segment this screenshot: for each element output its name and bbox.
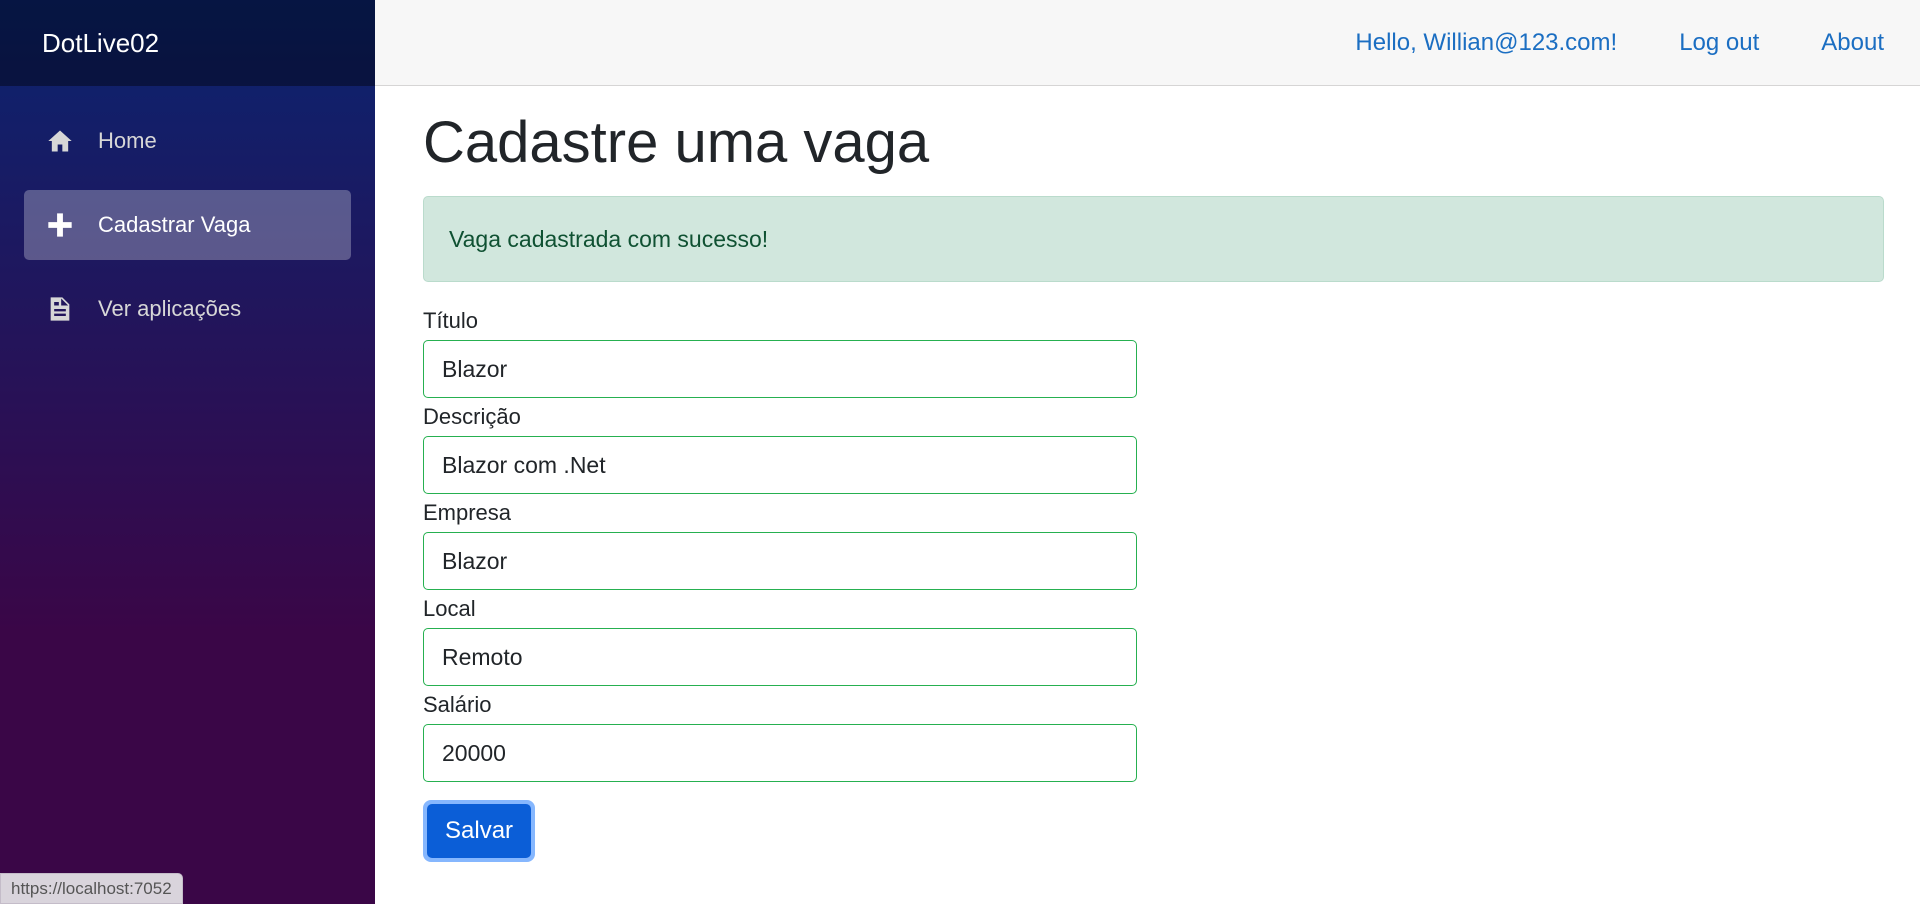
sidebar-item-cadastrar-vaga[interactable]: Cadastrar Vaga — [24, 190, 351, 260]
page-title: Cadastre uma vaga — [423, 110, 930, 175]
save-button-focus-ring: Salvar — [423, 800, 536, 862]
sidebar-item-label: Ver aplicações — [98, 296, 242, 321]
top-bar: Hello, Willian@123.com! Log out About — [375, 0, 1920, 86]
sidebar: DotLive02 Home Cadastrar Vaga Ver aplica… — [0, 0, 375, 904]
titulo-label: Título — [423, 308, 479, 333]
descricao-input[interactable] — [423, 436, 1137, 494]
sidebar-item-label: Home — [98, 128, 157, 153]
descricao-label: Descrição — [423, 404, 521, 429]
sidebar-item-label: Cadastrar Vaga — [98, 212, 251, 237]
user-greeting-link[interactable]: Hello, Willian@123.com! — [1355, 29, 1617, 57]
document-list-icon — [46, 295, 74, 323]
empresa-input[interactable] — [423, 532, 1137, 590]
sidebar-item-home[interactable]: Home — [24, 106, 351, 176]
logout-link[interactable]: Log out — [1679, 29, 1759, 57]
home-icon — [46, 127, 74, 155]
about-link[interactable]: About — [1821, 29, 1884, 57]
titulo-input[interactable] — [423, 340, 1137, 398]
local-input[interactable] — [423, 628, 1137, 686]
job-form: Título Descrição Empresa Local Salário S… — [423, 310, 1137, 862]
brand-bar: DotLive02 — [0, 0, 375, 86]
status-url: https://localhost:7052 — [0, 873, 183, 904]
main-content: Cadastre uma vaga Vaga cadastrada com su… — [423, 86, 1884, 862]
plus-icon — [46, 211, 74, 239]
sidebar-nav: Home Cadastrar Vaga Ver aplicações — [0, 86, 375, 344]
empresa-label: Empresa — [423, 500, 512, 525]
save-button[interactable]: Salvar — [427, 804, 532, 858]
local-label: Local — [423, 596, 476, 621]
salario-label: Salário — [423, 692, 492, 717]
sidebar-item-ver-aplicacoes[interactable]: Ver aplicações — [24, 274, 351, 344]
brand-link[interactable]: DotLive02 — [42, 28, 159, 59]
salario-input[interactable] — [423, 724, 1137, 782]
success-alert: Vaga cadastrada com sucesso! — [423, 196, 1884, 282]
